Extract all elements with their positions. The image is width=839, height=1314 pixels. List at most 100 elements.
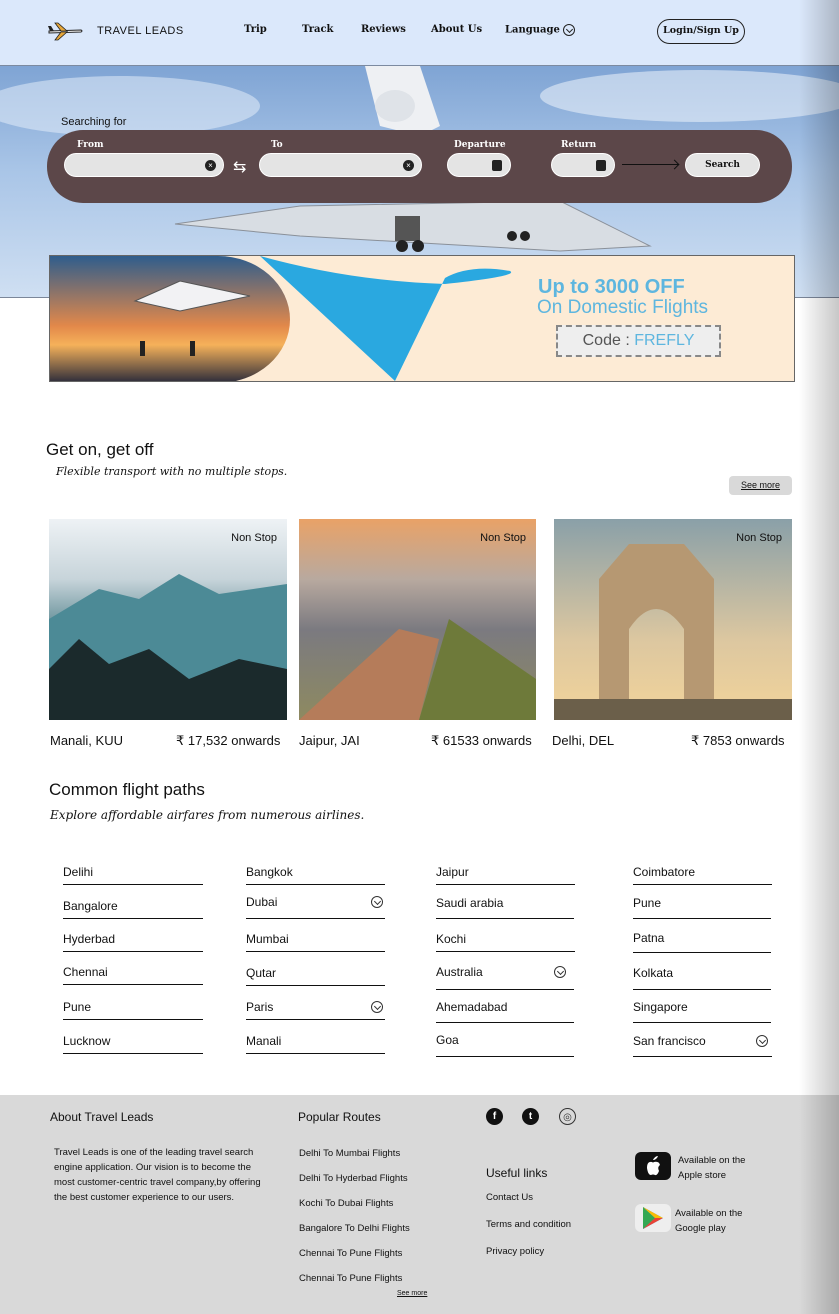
path-item-label: Kochi [436,932,467,946]
path-item[interactable]: Bangkok [246,865,385,885]
path-item[interactable]: Kolkata [633,966,771,990]
path-item[interactable]: Lucknow [63,1034,203,1054]
chevron-down-icon[interactable] [371,896,383,908]
path-item[interactable]: Kochi [436,932,575,952]
path-item-label: Singapore [633,1000,688,1014]
destination-card-manali[interactable]: Non Stop [49,519,287,720]
path-item[interactable]: Paris [246,1000,385,1020]
from-input[interactable]: × [64,153,224,177]
top-header: TRAVEL LEADS Trip Track Reviews About Us… [0,0,839,66]
path-item[interactable]: Manali [246,1034,385,1054]
destination-card-jaipur[interactable]: Non Stop [299,519,536,720]
nav-about-us[interactable]: About Us [431,24,482,35]
instagram-icon[interactable]: ◎ [559,1108,576,1125]
footer-route-link[interactable]: Chennai To Pune Flights [299,1273,402,1284]
path-item-label: Kolkata [633,966,674,980]
flight-paths-subtitle: Explore affordable airfares from numerou… [50,808,365,822]
non-stop-badge: Non Stop [480,532,526,544]
google-play-icon [635,1204,671,1232]
nav-reviews[interactable]: Reviews [361,24,406,35]
see-more-button[interactable]: See more [729,476,792,495]
chevron-down-icon[interactable] [756,1035,768,1047]
path-item-label: Qutar [246,966,277,980]
path-item[interactable]: Saudi arabia [436,896,574,919]
footer-route-link[interactable]: Chennai To Pune Flights [299,1248,402,1259]
calendar-icon[interactable] [596,160,606,171]
path-item[interactable]: Australia [436,965,574,990]
promo-banner[interactable]: Up to 3000 OFF On Domestic Flights Code … [49,255,795,382]
path-item[interactable]: San francisco [633,1034,772,1057]
path-item-label: Australia [436,965,483,979]
destination-card-delhi[interactable]: Non Stop [554,519,792,720]
footer-route-link[interactable]: Kochi To Dubai Flights [299,1198,393,1209]
path-item[interactable]: Patna [633,931,771,953]
non-stop-badge: Non Stop [231,532,277,544]
destinations-title: Get on, get off [46,440,154,459]
destination-name: Jaipur, JAI [299,733,360,748]
search-button[interactable]: Search [685,153,760,177]
path-item[interactable]: Bangalore [63,899,203,919]
destinations-subtitle: Flexible transport with no multiple stop… [56,465,288,478]
path-item-label: Bangalore [63,899,118,913]
footer-see-more-link[interactable]: See more [397,1290,427,1297]
footer-useful-title: Useful links [486,1166,548,1180]
path-item[interactable]: Singapore [633,1000,771,1023]
footer-route-link[interactable]: Delhi To Mumbai Flights [299,1148,400,1159]
path-item[interactable]: Mumbai [246,932,385,952]
path-item-label: Goa [436,1033,459,1047]
airplane-logo-icon[interactable] [47,20,83,42]
footer-useful-link[interactable]: Contact Us [486,1192,533,1203]
path-item-label: Pune [63,1000,92,1014]
clear-icon[interactable]: × [403,160,414,171]
path-item[interactable]: Hyderbad [63,932,203,952]
footer-about-text: Travel Leads is one of the leading trave… [54,1147,261,1203]
to-label: To [271,140,283,150]
path-item[interactable]: Dubai [246,895,385,919]
path-item[interactable]: Pune [633,896,771,919]
apple-store-label: Available on the Apple store [678,1155,746,1181]
path-item[interactable]: Coimbatore [633,865,772,885]
footer-useful-link[interactable]: Privacy policy [486,1246,544,1257]
footer-useful-link[interactable]: Terms and condition [486,1219,571,1230]
path-item-label: Bangkok [246,865,293,879]
path-item-label: Hyderbad [63,932,116,946]
fort-wall-image [299,619,536,720]
to-input[interactable]: × [259,153,422,177]
promo-subheadline: On Domestic Flights [537,297,709,318]
promo-code-prefix: Code : [582,332,635,349]
path-item[interactable]: Goa [436,1033,574,1057]
footer-routes-title: Popular Routes [298,1110,381,1124]
chevron-down-icon[interactable] [371,1001,383,1013]
path-item[interactable]: Chennai [63,965,203,985]
path-item[interactable]: Ahemadabad [436,1000,574,1023]
clear-icon[interactable]: × [205,160,216,171]
path-item[interactable]: Qutar [246,966,385,986]
path-item[interactable]: Delihi [63,865,203,885]
promo-code-value: FREFLY [634,332,695,349]
path-item-label: Ahemadabad [436,1000,508,1014]
path-item[interactable]: Pune [63,1000,203,1020]
path-item-label: Chennai [63,965,108,979]
path-item-label: Patna [633,931,665,945]
footer-about-title: About Travel Leads [50,1110,154,1124]
path-item[interactable]: Jaipur [436,865,575,885]
footer-route-link[interactable]: Bangalore To Delhi Flights [299,1223,410,1234]
login-signup-button[interactable]: Login/Sign Up [657,19,745,44]
return-date-input[interactable] [551,153,615,177]
india-gate-image [554,544,792,720]
nav-language[interactable]: Language [505,24,575,36]
departure-date-input[interactable] [447,153,511,177]
path-item-label: San francisco [633,1034,706,1048]
search-bar: From × ⇆ To × Departure Return Search [47,130,792,203]
facebook-icon[interactable]: f [486,1108,503,1125]
destination-price: ₹ 61533 onwards [431,733,532,748]
nav-trip[interactable]: Trip [244,24,267,35]
nav-track[interactable]: Track [302,24,333,35]
calendar-icon[interactable] [492,160,502,171]
departure-label: Departure [454,140,506,150]
chevron-down-icon[interactable] [554,966,566,978]
path-item-label: Paris [246,1000,274,1014]
twitter-icon[interactable]: t [522,1108,539,1125]
footer-route-link[interactable]: Delhi To Hyderbad Flights [299,1173,408,1184]
swap-icon[interactable]: ⇆ [233,157,246,177]
